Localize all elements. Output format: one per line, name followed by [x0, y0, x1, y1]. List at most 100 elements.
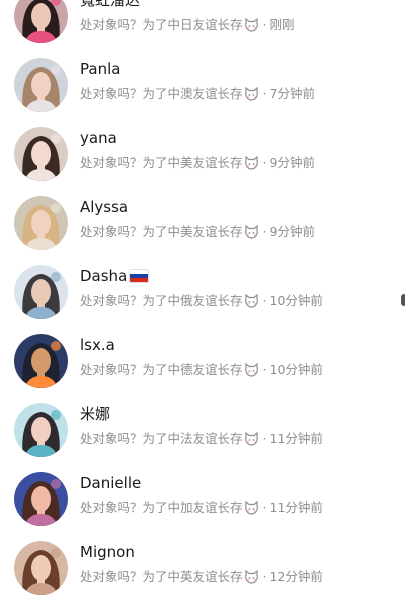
message-preview: 处对象吗？为了中加友谊长存 · 11分钟前: [80, 499, 395, 517]
separator-dot: ·: [262, 500, 267, 515]
cat-face-icon: [244, 500, 259, 515]
contact-name: Alyssa: [80, 197, 395, 217]
avatar[interactable]: [14, 334, 68, 388]
avatar[interactable]: [14, 403, 68, 457]
contact-name-text: Mignon: [80, 543, 135, 561]
contact-name: Danielle: [80, 473, 395, 493]
cat-face-icon: [244, 431, 259, 446]
timestamp: 12分钟前: [269, 569, 323, 584]
timestamp: 刚刚: [269, 17, 295, 32]
separator-dot: ·: [262, 86, 267, 101]
chat-list-item-7[interactable]: Danielle 处对象吗？为了中加友谊长存 · 11分钟前: [0, 464, 405, 533]
russia-flag-icon: [129, 269, 150, 283]
avatar-portrait: [14, 472, 68, 526]
avatar-portrait: [14, 265, 68, 319]
message-preview: 处对象吗？为了中法友谊长存 · 11分钟前: [80, 430, 395, 448]
message-preview-text: 处对象吗？为了中英友谊长存: [80, 569, 243, 584]
contact-name-text: lsx.a: [80, 336, 115, 354]
chat-list: 寬虹溜达 处对象吗？为了中日友谊长存 · 刚刚 Panla 处对象吗？为了中澳友…: [0, 0, 405, 602]
chat-meta: Alyssa 处对象吗？为了中美友谊长存 · 9分钟前: [80, 197, 395, 241]
avatar[interactable]: [14, 196, 68, 250]
message-preview: 处对象吗？为了中美友谊长存 · 9分钟前: [80, 154, 395, 172]
chat-meta: lsx.a 处对象吗？为了中德友谊长存 · 10分钟前: [80, 335, 395, 379]
timestamp: 7分钟前: [269, 86, 315, 101]
contact-name: 寬虹溜达: [80, 0, 395, 10]
separator-dot: ·: [262, 293, 267, 308]
contact-name-text: 米娜: [80, 405, 111, 423]
chat-list-item-0[interactable]: 寬虹溜达 处对象吗？为了中日友谊长存 · 刚刚: [0, 0, 405, 50]
message-preview-text: 处对象吗？为了中法友谊长存: [80, 431, 243, 446]
contact-name: yana: [80, 128, 395, 148]
message-preview: 处对象吗？为了中日友谊长存 · 刚刚: [80, 16, 395, 34]
message-preview-text: 处对象吗？为了中加友谊长存: [80, 500, 243, 515]
timestamp: 11分钟前: [269, 431, 323, 446]
scroll-indicator[interactable]: [401, 294, 405, 306]
message-preview-text: 处对象吗？为了中美友谊长存: [80, 155, 243, 170]
contact-name-text: Dasha: [80, 267, 128, 285]
chat-meta: Danielle 处对象吗？为了中加友谊长存 · 11分钟前: [80, 473, 395, 517]
avatar-portrait: [14, 403, 68, 457]
timestamp: 9分钟前: [269, 155, 315, 170]
cat-face-icon: [244, 293, 259, 308]
chat-list-item-6[interactable]: 米娜 处对象吗？为了中法友谊长存 · 11分钟前: [0, 395, 405, 464]
contact-name-text: yana: [80, 129, 117, 147]
chat-list-item-4[interactable]: Dasha 处对象吗？为了中俄友谊长存 · 10分钟前: [0, 257, 405, 326]
timestamp: 9分钟前: [269, 224, 315, 239]
avatar[interactable]: [14, 58, 68, 112]
cat-face-icon: [244, 224, 259, 239]
chat-meta: 寬虹溜达 处对象吗？为了中日友谊长存 · 刚刚: [80, 0, 395, 34]
chat-list-item-3[interactable]: Alyssa 处对象吗？为了中美友谊长存 · 9分钟前: [0, 188, 405, 257]
contact-name-text: 寬虹溜达: [80, 0, 141, 9]
message-preview-text: 处对象吗？为了中日友谊长存: [80, 17, 243, 32]
cat-face-icon: [244, 362, 259, 377]
avatar[interactable]: [14, 541, 68, 595]
message-preview-text: 处对象吗？为了中俄友谊长存: [80, 293, 243, 308]
message-preview: 处对象吗？为了中澳友谊长存 · 7分钟前: [80, 85, 395, 103]
chat-list-item-2[interactable]: yana 处对象吗？为了中美友谊长存 · 9分钟前: [0, 119, 405, 188]
message-preview-text: 处对象吗？为了中澳友谊长存: [80, 86, 243, 101]
separator-dot: ·: [262, 224, 267, 239]
chat-list-item-5[interactable]: lsx.a 处对象吗？为了中德友谊长存 · 10分钟前: [0, 326, 405, 395]
cat-face-icon: [244, 17, 259, 32]
chat-list-item-1[interactable]: Panla 处对象吗？为了中澳友谊长存 · 7分钟前: [0, 50, 405, 119]
avatar-portrait: [14, 334, 68, 388]
cat-face-icon: [244, 569, 259, 584]
chat-meta: 米娜 处对象吗？为了中法友谊长存 · 11分钟前: [80, 404, 395, 448]
message-preview: 处对象吗？为了中俄友谊长存 · 10分钟前: [80, 292, 395, 310]
separator-dot: ·: [262, 362, 267, 377]
chat-meta: Mignon 处对象吗？为了中英友谊长存 · 12分钟前: [80, 542, 395, 586]
message-preview: 处对象吗？为了中德友谊长存 · 10分钟前: [80, 361, 395, 379]
avatar[interactable]: [14, 0, 68, 43]
avatar-portrait: [14, 541, 68, 595]
contact-name-text: Alyssa: [80, 198, 129, 216]
separator-dot: ·: [262, 17, 267, 32]
avatar[interactable]: [14, 472, 68, 526]
contact-name: lsx.a: [80, 335, 395, 355]
timestamp: 10分钟前: [269, 362, 323, 377]
avatar-portrait: [14, 127, 68, 181]
contact-name: Dasha: [80, 266, 395, 286]
avatar[interactable]: [14, 265, 68, 319]
avatar-portrait: [14, 58, 68, 112]
separator-dot: ·: [262, 155, 267, 170]
avatar[interactable]: [14, 127, 68, 181]
contact-name: 米娜: [80, 404, 395, 424]
cat-face-icon: [244, 155, 259, 170]
chat-meta: Panla 处对象吗？为了中澳友谊长存 · 7分钟前: [80, 59, 395, 103]
separator-dot: ·: [262, 569, 267, 584]
cat-face-icon: [244, 86, 259, 101]
separator-dot: ·: [262, 431, 267, 446]
timestamp: 11分钟前: [269, 500, 323, 515]
avatar-portrait: [14, 0, 68, 43]
contact-name-text: Panla: [80, 60, 121, 78]
flag-stripe: [130, 278, 149, 282]
chat-meta: yana 处对象吗？为了中美友谊长存 · 9分钟前: [80, 128, 395, 172]
chat-meta: Dasha 处对象吗？为了中俄友谊长存 · 10分钟前: [80, 266, 395, 310]
contact-name: Mignon: [80, 542, 395, 562]
message-preview-text: 处对象吗？为了中美友谊长存: [80, 224, 243, 239]
chat-list-item-8[interactable]: Mignon 处对象吗？为了中英友谊长存 · 12分钟前: [0, 533, 405, 602]
avatar-portrait: [14, 196, 68, 250]
contact-name-text: Danielle: [80, 474, 142, 492]
contact-name: Panla: [80, 59, 395, 79]
message-preview-text: 处对象吗？为了中德友谊长存: [80, 362, 243, 377]
